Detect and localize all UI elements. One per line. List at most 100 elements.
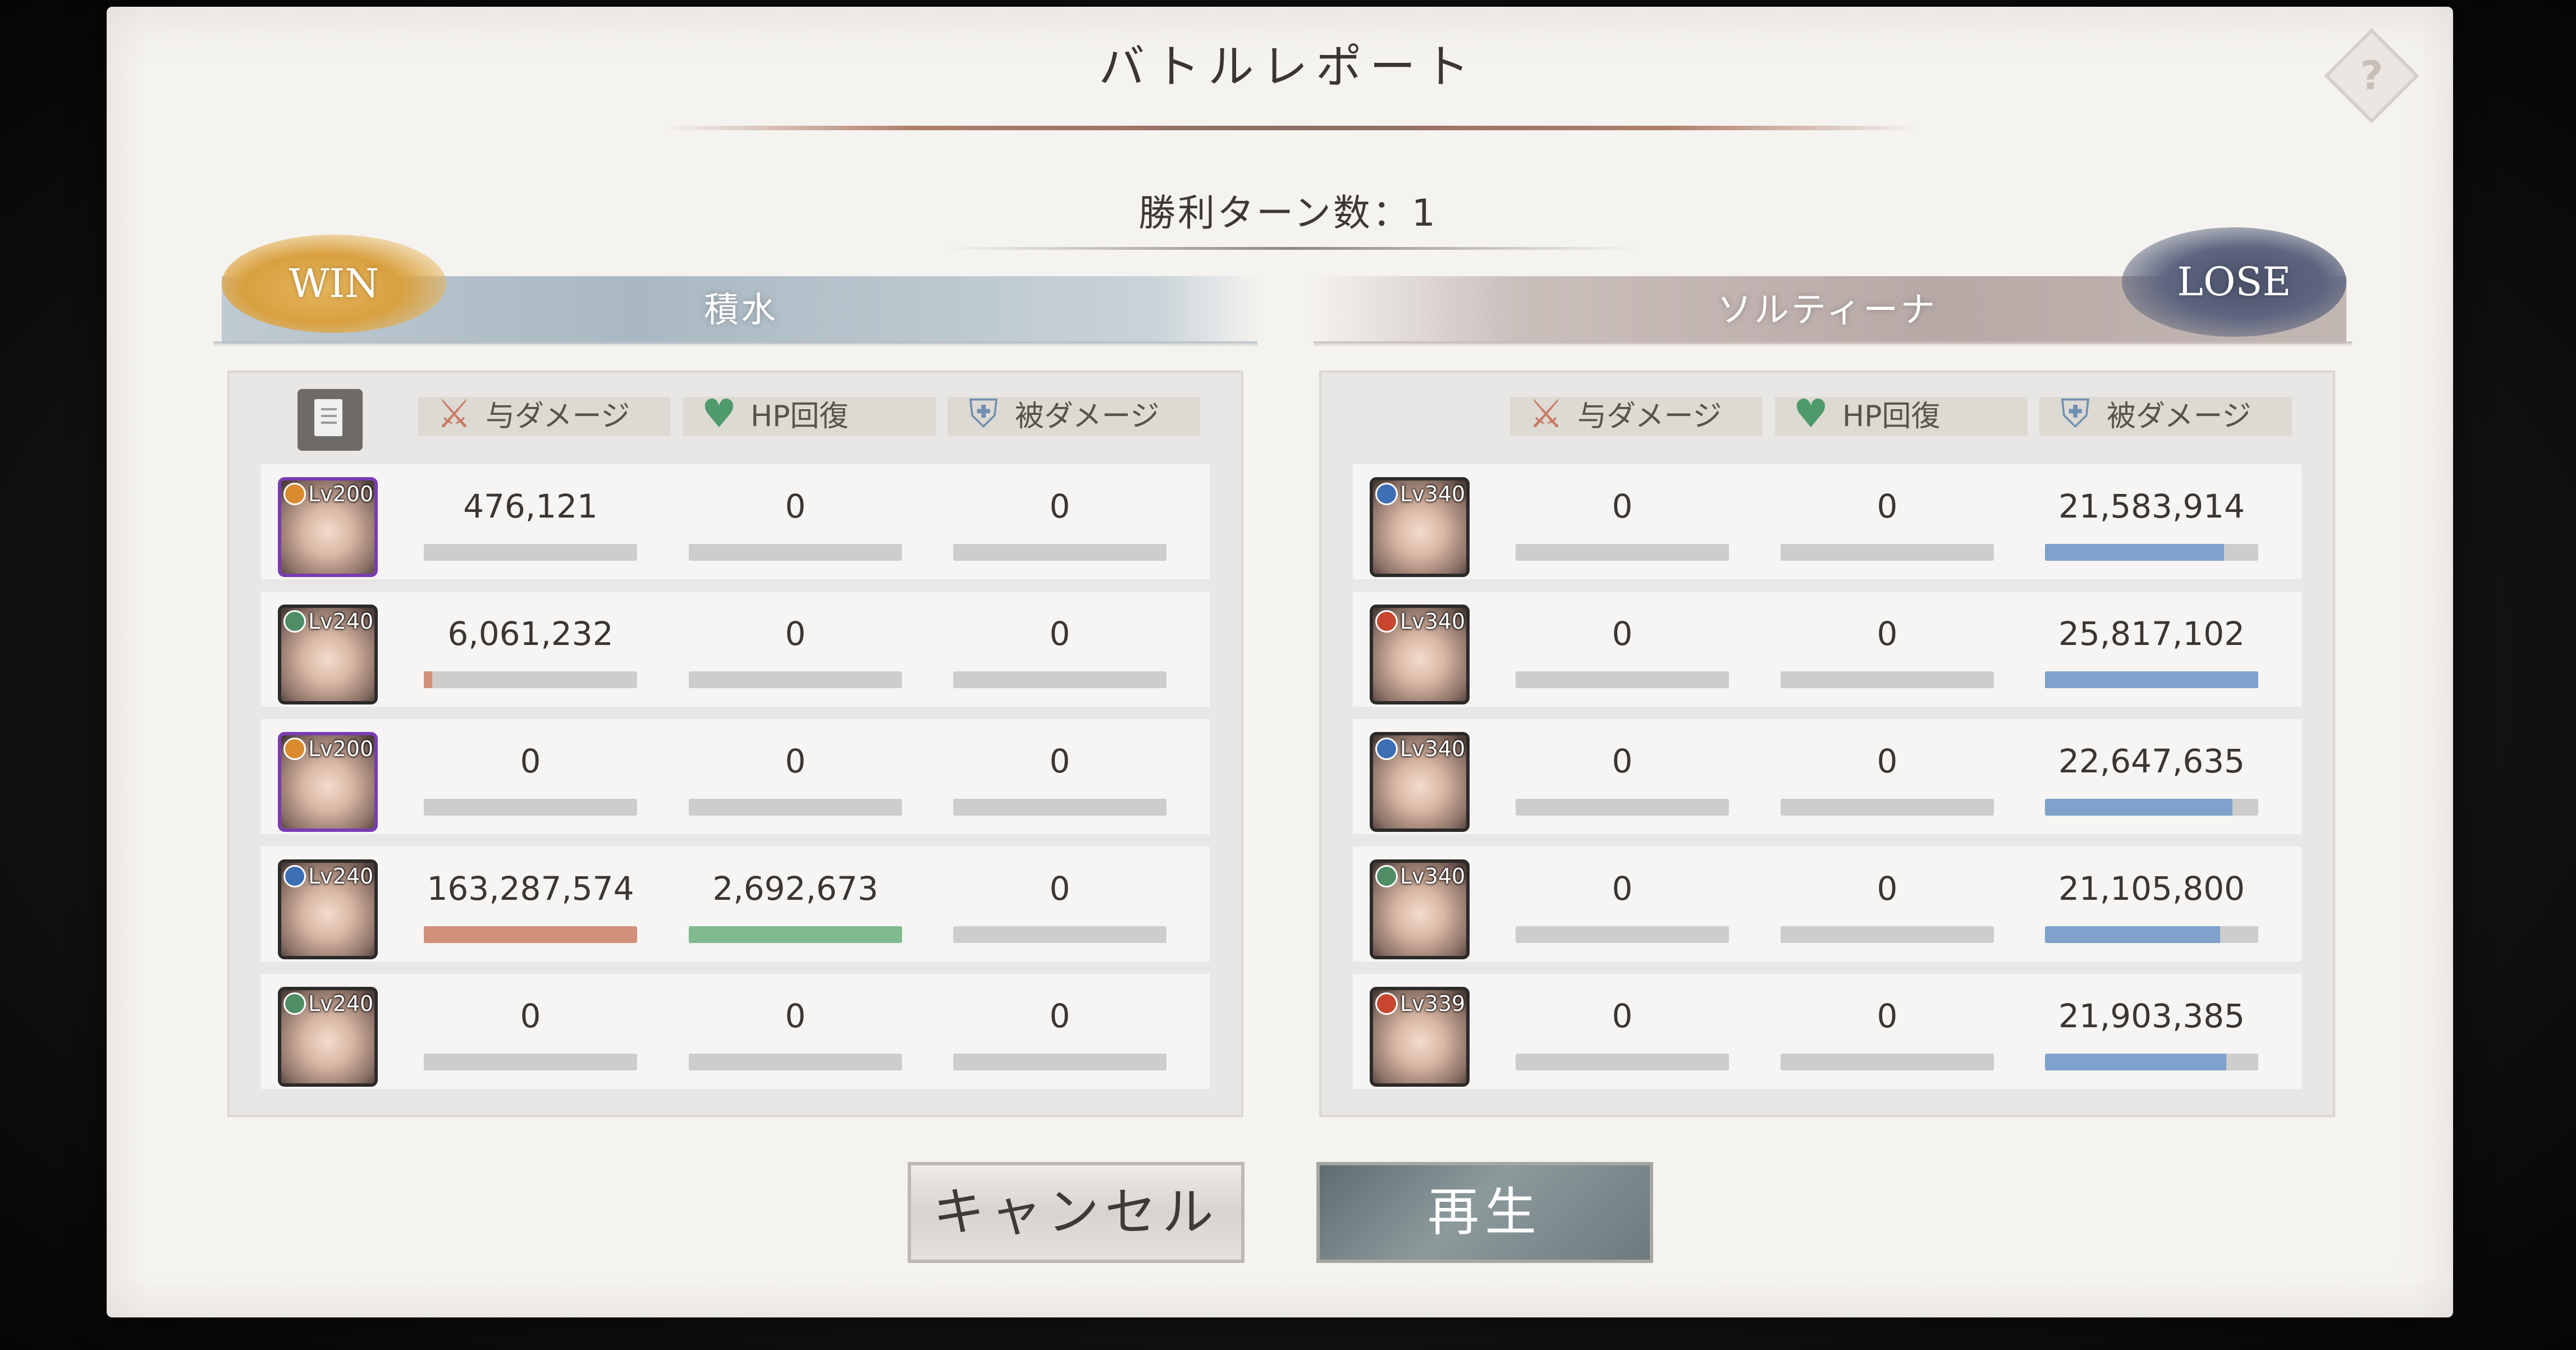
- heal-bar: [1781, 926, 1994, 943]
- taken-value: 0: [1049, 742, 1070, 780]
- damage-value: 0: [1612, 487, 1633, 525]
- level-label: Lv340: [1400, 482, 1466, 506]
- damage-value: 0: [1612, 997, 1633, 1035]
- taken-bar: [2045, 671, 2258, 688]
- damage-bar: [424, 671, 637, 688]
- heal-bar: [689, 1054, 902, 1070]
- damage-bar: [424, 926, 637, 943]
- heal-value: 0: [785, 487, 806, 525]
- element-icon: [283, 865, 306, 887]
- level-label: Lv340: [1400, 736, 1466, 761]
- sword-icon: ⚔: [1528, 391, 1564, 437]
- character-portrait[interactable]: Lv240: [278, 987, 378, 1087]
- character-portrait[interactable]: Lv200: [278, 732, 378, 832]
- damage-bar-fill: [424, 926, 637, 943]
- right-header-taken: ⛨ 被ダメージ: [2039, 391, 2292, 437]
- taken-bar: [953, 926, 1166, 943]
- character-portrait[interactable]: Lv200: [278, 477, 378, 577]
- damage-bar: [1516, 799, 1729, 816]
- element-icon: [1375, 992, 1398, 1015]
- damage-value: 6,061,232: [447, 615, 614, 653]
- heal-bar: [1781, 544, 1994, 561]
- character-portrait[interactable]: Lv240: [278, 605, 378, 704]
- taken-bar: [2045, 1054, 2258, 1070]
- taken-value: 21,105,800: [2058, 870, 2245, 908]
- damage-value: 0: [1612, 615, 1633, 653]
- element-icon: [283, 992, 306, 1015]
- level-label: Lv339: [1400, 991, 1466, 1016]
- element-icon: [283, 610, 306, 633]
- heal-value: 0: [785, 615, 806, 653]
- win-badge: WIN: [222, 235, 446, 333]
- taken-value: 0: [1049, 997, 1070, 1035]
- taken-bar-fill: [2045, 1054, 2226, 1070]
- damage-bar: [424, 1054, 637, 1070]
- heal-value: 0: [1877, 997, 1898, 1035]
- damage-value: 0: [1612, 870, 1633, 908]
- taken-bar: [2045, 799, 2258, 816]
- taken-value: 0: [1049, 870, 1070, 908]
- heart-icon: ♥: [701, 391, 737, 437]
- heal-bar: [689, 799, 902, 816]
- heal-bar: [1781, 799, 1994, 816]
- damage-bar: [424, 544, 637, 561]
- taken-bar: [953, 544, 1166, 561]
- taken-bar: [953, 799, 1166, 816]
- heal-value: 2,692,673: [712, 870, 879, 908]
- damage-bar: [424, 799, 637, 816]
- character-portrait[interactable]: Lv240: [278, 859, 378, 959]
- right-header-heal: ♥ HP回復: [1775, 391, 2028, 437]
- damage-value: 0: [520, 997, 541, 1035]
- taken-value: 25,817,102: [2058, 615, 2245, 653]
- right-header-damage: ⚔ 与ダメージ: [1510, 391, 1763, 437]
- element-icon: [1375, 738, 1398, 760]
- cancel-button[interactable]: キャンセル: [908, 1162, 1244, 1263]
- lose-badge: LOSE: [2122, 227, 2346, 337]
- taken-value: 21,903,385: [2058, 997, 2245, 1035]
- shield-icon: ⛨: [968, 391, 999, 437]
- heal-value: 0: [1877, 742, 1898, 780]
- damage-bar: [1516, 1054, 1729, 1070]
- level-label: Lv200: [308, 736, 374, 761]
- left-header-damage: ⚔ 与ダメージ: [418, 391, 671, 437]
- character-portrait[interactable]: Lv339: [1370, 987, 1470, 1087]
- heal-bar-fill: [689, 926, 902, 943]
- title-divider: [662, 126, 1920, 130]
- damage-bar: [1516, 926, 1729, 943]
- level-label: Lv200: [308, 482, 374, 506]
- sword-icon: ⚔: [436, 391, 472, 437]
- taken-bar-fill: [2045, 544, 2225, 561]
- left-header-heal: ♥ HP回復: [683, 391, 936, 437]
- damage-value: 0: [1612, 742, 1633, 780]
- element-icon: [283, 483, 306, 505]
- character-portrait[interactable]: Lv340: [1370, 605, 1470, 704]
- heal-value: 0: [785, 997, 806, 1035]
- play-button[interactable]: 再生: [1316, 1162, 1653, 1263]
- element-icon: [283, 738, 306, 760]
- level-label: Lv340: [1400, 864, 1466, 889]
- heal-value: 0: [1877, 487, 1898, 525]
- damage-value: 476,121: [463, 487, 598, 525]
- damage-value: 0: [520, 742, 541, 780]
- taken-value: 22,647,635: [2058, 742, 2245, 780]
- turns-divider: [943, 247, 1639, 250]
- taken-bar: [953, 671, 1166, 688]
- character-portrait[interactable]: Lv340: [1370, 859, 1470, 959]
- taken-bar: [953, 1054, 1166, 1070]
- level-label: Lv240: [308, 864, 374, 889]
- taken-bar: [2045, 926, 2258, 943]
- character-portrait[interactable]: Lv340: [1370, 477, 1470, 577]
- page-title: バトルレポート: [1099, 40, 1477, 94]
- heal-bar: [1781, 1054, 1994, 1070]
- heal-bar: [689, 926, 902, 943]
- character-portrait[interactable]: Lv340: [1370, 732, 1470, 832]
- taken-bar: [2045, 544, 2258, 561]
- level-label: Lv240: [308, 609, 374, 634]
- damage-bar: [1516, 671, 1729, 688]
- element-icon: [1375, 483, 1398, 505]
- damage-bar-fill: [424, 671, 433, 688]
- taken-bar-fill: [2045, 926, 2220, 943]
- heart-icon: ♥: [1793, 391, 1829, 437]
- taken-value: 21,583,914: [2058, 487, 2245, 525]
- document-icon[interactable]: [298, 389, 363, 451]
